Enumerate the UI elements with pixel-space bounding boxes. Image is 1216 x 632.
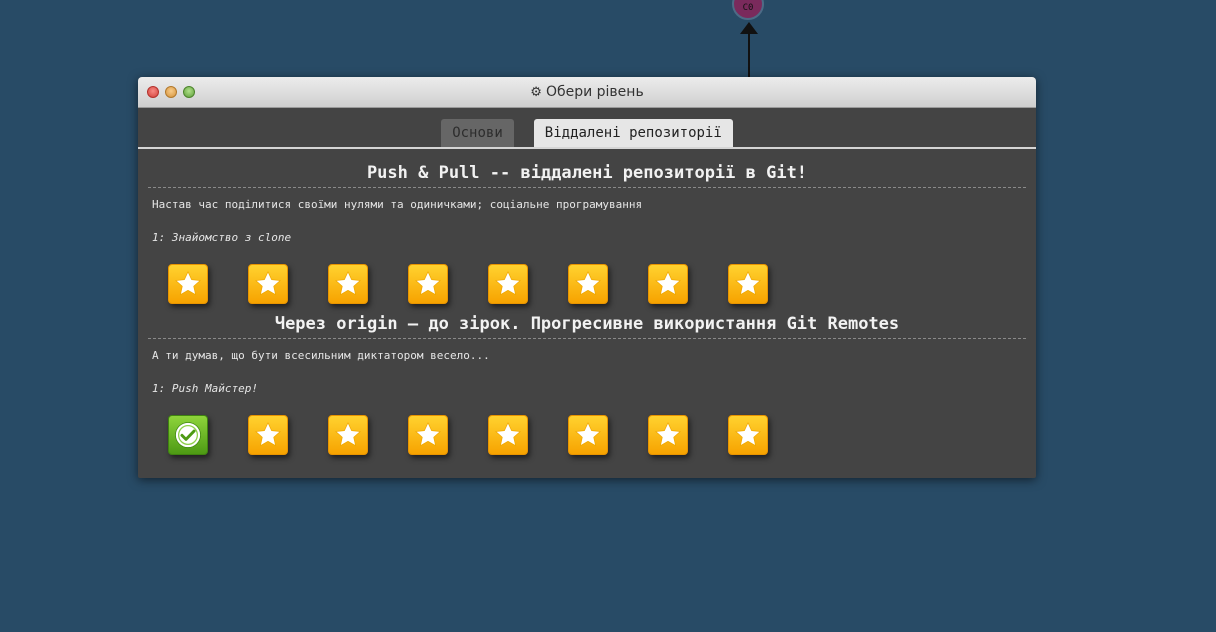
level-badge-7[interactable] [648, 415, 688, 455]
selected-level-name: 1: Push Майстер! [152, 382, 258, 395]
window-titlebar: ⚙ Обери рівень [138, 77, 1036, 108]
star-icon [333, 269, 363, 299]
star-icon [653, 420, 683, 450]
star-icon [573, 420, 603, 450]
commit-edge [748, 30, 750, 78]
level-badge-3[interactable] [328, 264, 368, 304]
star-icon [733, 269, 763, 299]
star-icon [493, 269, 523, 299]
tab-bar: Основи Віддалені репозиторії [138, 108, 1036, 149]
level-badge-2[interactable] [248, 264, 288, 304]
sequence-title: Push & Pull -- віддалені репозиторії в G… [148, 149, 1026, 188]
level-badge-5[interactable] [488, 415, 528, 455]
star-icon [573, 269, 603, 299]
star-icon [653, 269, 683, 299]
star-icon [173, 269, 203, 299]
level-badge-7[interactable] [648, 264, 688, 304]
window-title: ⚙ Обери рівень [530, 84, 643, 100]
level-badge-8[interactable] [728, 264, 768, 304]
star-icon [493, 420, 523, 450]
star-icon [253, 420, 283, 450]
star-icon [333, 420, 363, 450]
window-title-text: Обери рівень [545, 84, 644, 100]
commit-node-label: C0 [742, 3, 754, 13]
level-badge-8[interactable] [728, 415, 768, 455]
level-badge-4[interactable] [408, 264, 448, 304]
level-sequence: Через origin – до зірок. Прогресивне вик… [138, 304, 1036, 455]
level-badge-6[interactable] [568, 264, 608, 304]
level-select-dialog: ⚙ Обери рівень Основи Віддалені репозито… [138, 77, 1036, 478]
checkmark-icon [173, 420, 203, 450]
sequence-about: Настав час поділитися своїми нулями та о… [152, 198, 643, 211]
level-sequence: Push & Pull -- віддалені репозиторії в G… [138, 149, 1036, 304]
level-badges [138, 244, 1036, 304]
level-badge-4[interactable] [408, 415, 448, 455]
star-icon [413, 269, 443, 299]
level-badges [138, 395, 1036, 455]
tab-basics[interactable]: Основи [441, 119, 514, 147]
window-controls [147, 86, 195, 98]
sequence-title: Через origin – до зірок. Прогресивне вик… [148, 304, 1026, 339]
star-icon [253, 269, 283, 299]
tab-remote-repositories[interactable]: Віддалені репозиторії [533, 119, 733, 147]
gear-icon: ⚙ [530, 84, 542, 100]
level-badge-1[interactable] [168, 264, 208, 304]
close-button[interactable] [147, 86, 159, 98]
selected-level-name: 1: Знайомство з clone [152, 231, 292, 244]
tab-label: Віддалені репозиторії [544, 125, 722, 141]
commit-arrowhead [740, 22, 758, 34]
level-badge-3[interactable] [328, 415, 368, 455]
star-icon [413, 420, 443, 450]
commit-node[interactable]: C0 [732, 0, 764, 20]
minimize-button[interactable] [165, 86, 177, 98]
level-badge-1[interactable] [168, 415, 208, 455]
maximize-button[interactable] [183, 86, 195, 98]
level-badge-5[interactable] [488, 264, 528, 304]
tab-label: Основи [452, 125, 503, 141]
level-badge-2[interactable] [248, 415, 288, 455]
level-badge-6[interactable] [568, 415, 608, 455]
star-icon [733, 420, 763, 450]
sequence-about: А ти думав, що бути всесильним диктаторо… [152, 349, 490, 362]
